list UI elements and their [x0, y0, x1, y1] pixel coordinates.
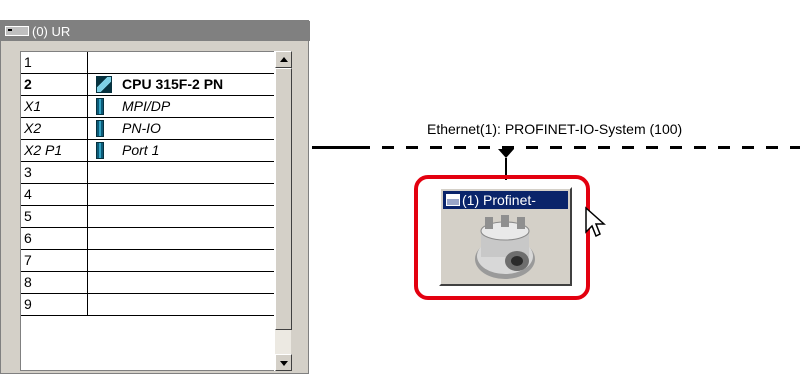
- slot-cell: 3: [21, 162, 88, 184]
- table-row[interactable]: 6: [21, 228, 275, 250]
- scroll-down-button[interactable]: [275, 354, 292, 371]
- interface-module-icon: [96, 98, 104, 115]
- slot-cell: X2: [21, 118, 88, 140]
- module-cell: PN-IO: [88, 118, 275, 140]
- module-cell: CPU 315F-2 PN: [88, 74, 275, 96]
- table-row[interactable]: 1: [21, 52, 275, 74]
- table-row[interactable]: 4: [21, 184, 275, 206]
- table-row[interactable]: X2 PN-IO: [21, 118, 275, 140]
- module-cell: MPI/DP: [88, 96, 275, 118]
- slot-cell: 9: [21, 294, 88, 316]
- rack-icon: [5, 26, 29, 36]
- table-row[interactable]: X1 MPI/DP: [21, 96, 275, 118]
- module-cell: [88, 294, 275, 316]
- device-icon: [446, 194, 460, 206]
- table-row[interactable]: 8: [21, 272, 275, 294]
- slot-cell: X1: [21, 96, 88, 118]
- mouse-pointer-icon: [585, 206, 606, 238]
- port-module-icon: [96, 142, 104, 159]
- module-cell: Port 1: [88, 140, 275, 162]
- slot-cell: 6: [21, 228, 88, 250]
- module-cell: [88, 184, 275, 206]
- rack-slot-table: 1 2 CPU 315F-2 PN X1 MPI/DP X2 PN-IO X2 …: [20, 51, 276, 371]
- slot-cell: X2 P1: [21, 140, 88, 162]
- slot-cell: 1: [21, 52, 88, 74]
- module-name: CPU 315F-2 PN: [122, 76, 224, 92]
- table-row[interactable]: 3: [21, 162, 275, 184]
- rack-titlebar[interactable]: (0) UR: [1, 21, 310, 41]
- rack-title: (0) UR: [32, 23, 71, 39]
- interface-module-icon: [96, 120, 104, 137]
- table-row[interactable]: 9: [21, 294, 275, 316]
- module-name: PN-IO: [122, 120, 161, 136]
- table-row[interactable]: 7: [21, 250, 275, 272]
- scroll-thumb[interactable]: [275, 68, 292, 330]
- slot-cell: 4: [21, 184, 88, 206]
- rack-vertical-scrollbar[interactable]: [274, 51, 292, 371]
- scroll-up-button[interactable]: [275, 51, 292, 68]
- network-connection-marker: [498, 149, 514, 158]
- module-cell: [88, 228, 275, 250]
- slot-cell: 7: [21, 250, 88, 272]
- network-label: Ethernet(1): PROFINET-IO-System (100): [427, 121, 683, 137]
- module-cell: [88, 52, 275, 74]
- module-cell: [88, 206, 275, 228]
- table-row[interactable]: 5: [21, 206, 275, 228]
- rotary-encoder-icon: [475, 215, 535, 279]
- device-title-bar[interactable]: (1) Profinet-: [443, 191, 568, 209]
- slot-cell: 8: [21, 272, 88, 294]
- device-title: (1) Profinet-: [462, 192, 536, 208]
- slot-cell: 5: [21, 206, 88, 228]
- module-name: Port 1: [122, 142, 160, 158]
- cpu-module-icon: [96, 76, 112, 93]
- table-row[interactable]: 2 CPU 315F-2 PN: [21, 74, 275, 96]
- slot-cell: 2: [21, 74, 88, 96]
- network-line-dashes: [370, 146, 800, 149]
- module-cell: [88, 272, 275, 294]
- table-row[interactable]: X2 P1 Port 1: [21, 140, 275, 162]
- profinet-device[interactable]: (1) Profinet-: [439, 187, 572, 286]
- module-name: MPI/DP: [122, 98, 171, 114]
- module-cell: [88, 250, 275, 272]
- module-cell: [88, 162, 275, 184]
